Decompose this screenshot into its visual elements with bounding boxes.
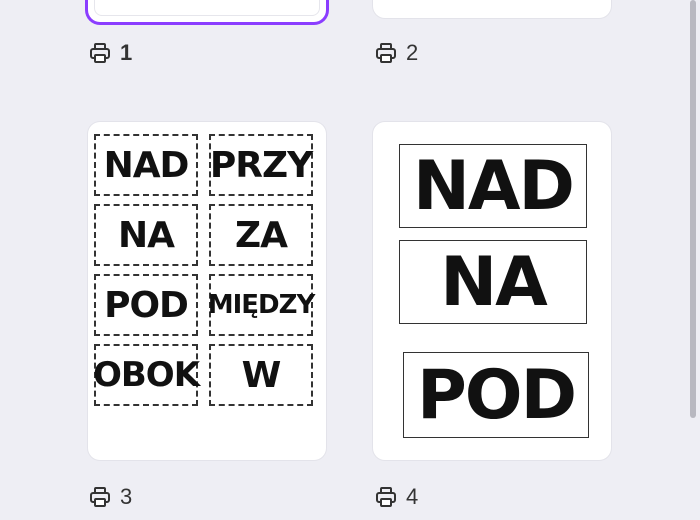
page-label-1: 1 xyxy=(88,40,132,66)
print-icon xyxy=(90,487,110,507)
word-tile: POD xyxy=(416,355,577,435)
page-thumbnail-1[interactable] xyxy=(88,0,326,22)
page-thumbnail-3[interactable]: NAD PRZY NA ZA POD MIĘDZY OBOK W xyxy=(88,122,326,460)
word-tile: NA xyxy=(94,204,198,266)
page-number: 2 xyxy=(406,40,419,65)
scrollbar[interactable] xyxy=(690,0,696,418)
page-number: 1 xyxy=(120,40,133,65)
page-label-2: 2 xyxy=(374,40,418,66)
page-number: 4 xyxy=(406,484,419,509)
page-1-content xyxy=(94,0,320,16)
word-tile: ZA xyxy=(209,204,313,266)
word-tile: NAD xyxy=(413,146,575,226)
page-label-4: 4 xyxy=(374,484,418,510)
page-thumbnail-4[interactable]: NAD NA POD xyxy=(373,122,611,460)
word-tile: W xyxy=(209,344,313,406)
word-tile: MIĘDZY xyxy=(208,274,315,336)
word-tile: POD xyxy=(94,274,198,336)
page-thumbnail-2[interactable] xyxy=(373,0,611,18)
word-tile: NAD xyxy=(94,134,198,196)
page-number: 3 xyxy=(120,484,133,509)
word-tile: NA xyxy=(440,242,548,322)
word-tile: OBOK xyxy=(93,344,200,406)
print-icon xyxy=(90,43,110,63)
word-tile: PRZY xyxy=(209,134,313,196)
print-icon xyxy=(376,43,396,63)
print-icon xyxy=(376,487,396,507)
page-label-3: 3 xyxy=(88,484,132,510)
